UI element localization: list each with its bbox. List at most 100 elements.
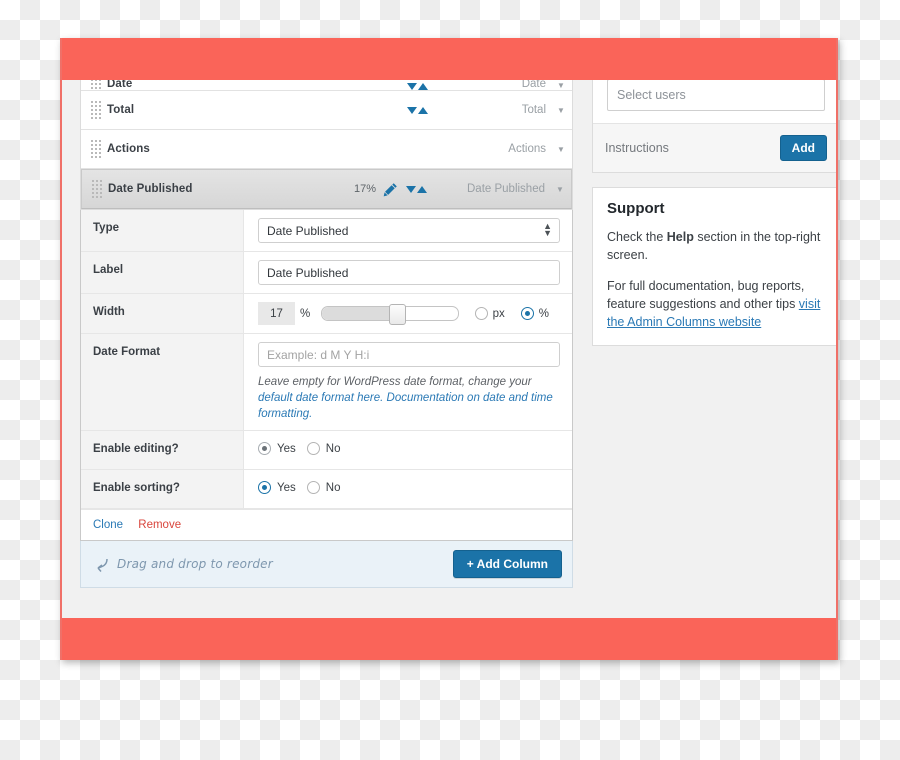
- default-date-format-link[interactable]: default date format here.: [258, 392, 383, 404]
- enable-sorting-no-radio[interactable]: [306, 481, 320, 494]
- width-label: Width: [81, 294, 244, 333]
- sort-desc-icon: [407, 106, 417, 114]
- enable-editing-no-label: No: [325, 442, 341, 455]
- label-input[interactable]: [258, 260, 560, 285]
- sort-asc-icon: [418, 83, 428, 90]
- column-actions-row: Clone Remove: [81, 509, 572, 540]
- column-row-label: Date Published: [108, 183, 193, 195]
- window-top-accent-bar: [60, 38, 838, 80]
- curved-arrow-icon: [97, 558, 108, 572]
- column-row-type: Total: [521, 104, 546, 116]
- enable-editing-label: Enable editing?: [81, 431, 244, 469]
- enable-sorting-yes-radio[interactable]: [258, 481, 271, 494]
- width-unit-px-radio[interactable]: [474, 307, 488, 320]
- support-paragraph-1: Check the Help section in the top-right …: [607, 228, 825, 264]
- form-row-enable-sorting: Enable sorting? Yes No: [81, 470, 572, 509]
- sort-asc-icon: [418, 106, 428, 114]
- form-row-label: Label: [81, 252, 572, 294]
- columns-settings-column: Date Date ▼ Total Total ▼ Actions Action…: [80, 80, 573, 588]
- width-unit-label: %: [300, 307, 311, 320]
- enable-editing-no-radio[interactable]: [306, 442, 320, 455]
- column-row-actions[interactable]: Actions Actions ▼: [81, 130, 572, 169]
- instructions-row: Instructions Add: [593, 123, 836, 172]
- width-unit-px-label: px: [492, 307, 505, 320]
- column-row-date[interactable]: Date Date ▼: [81, 80, 572, 91]
- date-format-input[interactable]: [258, 342, 560, 367]
- sort-toggle-icon[interactable]: [407, 106, 428, 114]
- drag-handle-icon[interactable]: [91, 179, 102, 199]
- date-format-hint-text: Leave empty for WordPress date format, c…: [258, 376, 532, 388]
- enable-editing-yes-label: Yes: [277, 442, 296, 455]
- sort-desc-icon: [407, 83, 417, 90]
- column-row-label: Total: [107, 104, 135, 116]
- width-unit-radio-group: px %: [474, 307, 560, 320]
- chevron-down-icon[interactable]: ▼: [550, 106, 572, 115]
- sort-asc-icon: [417, 185, 427, 193]
- drag-handle-icon[interactable]: [90, 100, 101, 120]
- width-slider-fill: [322, 307, 395, 320]
- date-format-hint: Leave empty for WordPress date format, c…: [258, 374, 558, 422]
- chevron-down-icon[interactable]: ▼: [550, 145, 572, 154]
- window-right-edge: [836, 38, 838, 660]
- enable-editing-radio-group: Yes No: [258, 439, 560, 455]
- clone-link[interactable]: Clone: [93, 519, 123, 531]
- drag-handle-icon[interactable]: [90, 139, 101, 159]
- support-help-emphasis: Help: [666, 230, 694, 244]
- enable-editing-yes-radio[interactable]: [258, 442, 271, 455]
- width-slider[interactable]: [321, 304, 459, 325]
- enable-sorting-yes-label: Yes: [277, 481, 296, 494]
- columns-list-panel: Date Date ▼ Total Total ▼ Actions Action…: [80, 80, 573, 210]
- sort-toggle-icon[interactable]: [407, 83, 428, 90]
- width-unit-percent-radio[interactable]: [520, 307, 534, 320]
- column-row-date-published[interactable]: Date Published 17% Date Published ▼: [81, 169, 572, 209]
- column-row-type: Date: [521, 80, 546, 90]
- column-row-label: Date: [107, 80, 133, 90]
- form-row-enable-editing: Enable editing? Yes No: [81, 431, 572, 470]
- support-content: Support Check the Help section in the to…: [593, 188, 836, 345]
- column-row-total[interactable]: Total Total ▼: [81, 91, 572, 130]
- support-paragraph-2: For full documentation, bug reports, fea…: [607, 277, 825, 331]
- column-row-type: Date Published: [467, 183, 545, 195]
- sort-toggle-icon[interactable]: [406, 185, 427, 193]
- sort-desc-icon: [406, 185, 416, 193]
- add-column-button[interactable]: + Add Column: [452, 550, 562, 578]
- page-viewport: Date Date ▼ Total Total ▼ Actions Action…: [62, 80, 836, 618]
- footer-hint-group: Drag and drop to reorder: [95, 556, 273, 573]
- support-p2-a: For full documentation, bug reports, fea…: [607, 279, 805, 311]
- column-settings-form: Type Date Published ▲ ▼ Label Date Publi…: [80, 210, 573, 541]
- width-value-input[interactable]: [258, 302, 295, 325]
- enable-sorting-no-label: No: [325, 481, 341, 494]
- type-label: Type: [81, 210, 244, 251]
- select-users-input[interactable]: Select users: [607, 80, 825, 111]
- drag-handle-icon[interactable]: [90, 80, 101, 90]
- column-row-type: Actions: [508, 143, 546, 155]
- chevron-down-icon[interactable]: ▼: [549, 185, 571, 194]
- column-row-label: Actions: [107, 143, 150, 155]
- add-button[interactable]: Add: [779, 135, 827, 161]
- width-unit-percent-label: %: [538, 307, 549, 320]
- window-bottom-accent-bar: [60, 618, 838, 660]
- type-select[interactable]: Date Published: [258, 218, 560, 243]
- form-row-type: Type Date Published ▲ ▼: [81, 210, 572, 252]
- support-heading: Support: [607, 200, 665, 217]
- enable-sorting-label: Enable sorting?: [81, 470, 244, 508]
- support-box: Support Check the Help section in the to…: [592, 187, 836, 346]
- drag-reorder-hint: Drag and drop to reorder: [117, 557, 273, 571]
- roles-box: Select users Instructions Add: [592, 80, 836, 173]
- sidebar-column: Select users Instructions Add Support Ch…: [592, 80, 836, 360]
- chevron-down-icon[interactable]: ▼: [550, 81, 572, 90]
- columns-footer-bar: Drag and drop to reorder + Add Column: [80, 541, 573, 588]
- label-label: Label: [81, 252, 244, 293]
- enable-sorting-radio-group: Yes No: [258, 478, 560, 494]
- form-row-date-format: Date Format Leave empty for WordPress da…: [81, 334, 572, 431]
- instructions-label: Instructions: [605, 141, 669, 155]
- width-slider-knob[interactable]: [388, 304, 406, 325]
- column-width-badge: 17%: [353, 183, 376, 195]
- remove-link[interactable]: Remove: [138, 519, 181, 531]
- form-row-width: Width % px: [81, 294, 572, 334]
- edit-pencil-icon[interactable]: [383, 182, 398, 197]
- support-p1-a: Check the: [607, 230, 667, 244]
- select-users-area: Select users: [593, 80, 836, 123]
- date-format-label: Date Format: [81, 334, 244, 430]
- browser-window: Date Date ▼ Total Total ▼ Actions Action…: [60, 38, 838, 660]
